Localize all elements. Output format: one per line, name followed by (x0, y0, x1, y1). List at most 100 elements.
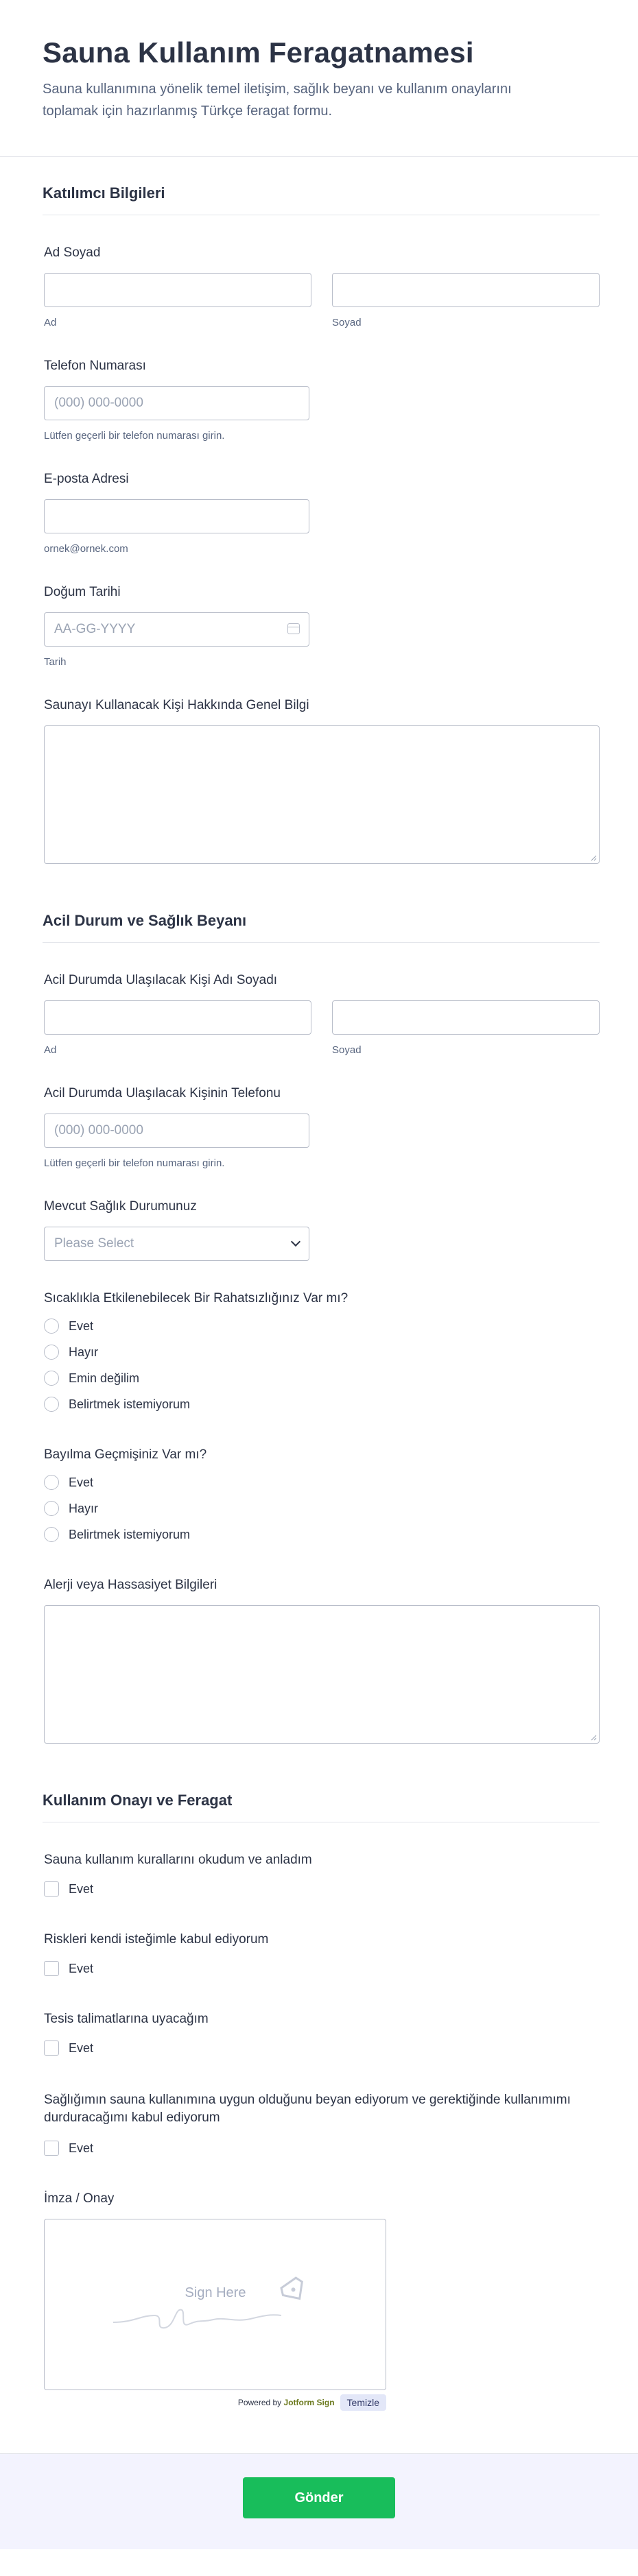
section-health: Acil Durum ve Sağlık Beyanı Acil Durumda… (43, 864, 600, 1744)
radio-option[interactable]: Hayır (44, 1339, 600, 1365)
full-name-label: Ad Soyad (44, 245, 101, 261)
radio-button[interactable] (44, 1345, 59, 1360)
option-label: Evet (69, 2141, 94, 2155)
rules-label: Sauna kullanım kurallarını okudum ve anl… (44, 1853, 312, 1868)
form-footer: Gönder (0, 2453, 638, 2550)
heat-condition-field: Sıcaklıkla Etkilenebilecek Bir Rahatsızl… (43, 1291, 600, 1417)
signature-label: İmza / Onay (44, 2191, 115, 2206)
section-consent: Kullanım Onayı ve Feragat Sauna kullanım… (43, 1744, 600, 2411)
rules-field: Sauna kullanım kurallarını okudum ve anl… (43, 1853, 600, 1902)
radio-option[interactable]: Hayır (44, 1495, 600, 1521)
dob-label: Doğum Tarihi (44, 585, 121, 600)
general-info-field: Saunayı Kullanacak Kişi Hakkında Genel B… (43, 698, 600, 865)
form-subtitle: Sauna kullanımına yönelik temel iletişim… (43, 82, 512, 119)
signature-swirl-icon (113, 2309, 282, 2329)
health-declaration-field: Sağlığımın sauna kullanımına uygun olduğ… (43, 2091, 600, 2161)
risk-field: Riskleri kendi isteğimle kabul ediyorum … (43, 1932, 600, 1982)
emergency-first-name-input[interactable] (44, 1000, 311, 1035)
signature-field: İmza / Onay Sign Here Powered by Jotform… (43, 2191, 600, 2411)
health-condition-select[interactable]: Please Select (44, 1227, 309, 1262)
radio-option[interactable]: Evet (44, 1313, 600, 1339)
emergency-phone-input[interactable]: (000) 000-0000 (44, 1114, 309, 1148)
radio-option[interactable]: Emin değilim (44, 1365, 600, 1391)
facility-field: Tesis talimatlarına uyacağım Evet (43, 2012, 600, 2061)
section-title: Katılımcı Bilgileri (43, 184, 600, 216)
allergy-label: Alerji veya Hassasiyet Bilgileri (44, 1578, 217, 1593)
health-condition-label: Mevcut Sağlık Durumunuz (44, 1199, 197, 1214)
chevron-down-icon (290, 1237, 301, 1247)
allergy-textarea[interactable] (44, 1605, 600, 1744)
submit-button[interactable]: Gönder (243, 2477, 395, 2519)
jotform-sign-brand: Jotform Sign (283, 2398, 335, 2408)
section-title: Kullanım Onayı ve Feragat (43, 1792, 600, 1823)
health-declaration-label: Sağlığımın sauna kullanımına uygun olduğ… (44, 2093, 571, 2126)
last-name-sublabel: Soyad (332, 317, 362, 329)
radio-option[interactable]: Belirtmek istemiyorum (44, 1391, 600, 1417)
checkbox[interactable] (44, 1881, 59, 1897)
radio-option[interactable]: Belirtmek istemiyorum (44, 1521, 600, 1548)
allergy-field: Alerji veya Hassasiyet Bilgileri (43, 1578, 600, 1744)
phone-sublabel: Lütfen geçerli bir telefon numarası giri… (44, 430, 225, 442)
form-title: Sauna Kullanım Feragatnamesi (43, 36, 474, 69)
option-label: Belirtmek istemiyorum (69, 1527, 191, 1541)
checkbox[interactable] (44, 2041, 59, 2056)
emergency-phone-label: Acil Durumda Ulaşılacak Kişinin Telefonu (44, 1086, 281, 1101)
checkbox-option[interactable]: Evet (44, 2035, 600, 2061)
calendar-icon[interactable] (287, 623, 300, 635)
option-label: Evet (69, 1475, 94, 1489)
pen-nib-icon (280, 2276, 303, 2300)
option-label: Hayır (69, 1345, 99, 1359)
select-placeholder: Please Select (54, 1236, 134, 1251)
checkbox-option[interactable]: Evet (44, 1876, 600, 1902)
email-sublabel: ornek@ornek.com (44, 543, 128, 555)
dob-field: Doğum Tarihi AA-GG-YYYY Tarih (43, 585, 600, 668)
section-participant: Katılımcı Bilgileri Ad Soyad Ad Soyad Te… (43, 157, 600, 865)
radio-button[interactable] (44, 1475, 59, 1491)
general-info-textarea[interactable] (44, 725, 600, 865)
option-label: Evet (69, 1319, 94, 1333)
health-condition-field: Mevcut Sağlık Durumunuz Please Select (43, 1199, 600, 1262)
emergency-first-sublabel: Ad (44, 1044, 57, 1057)
last-name-input[interactable] (332, 273, 600, 308)
first-name-input[interactable] (44, 273, 311, 308)
radio-button[interactable] (44, 1371, 59, 1386)
radio-button[interactable] (44, 1501, 59, 1517)
email-input[interactable] (44, 499, 309, 534)
radio-option[interactable]: Evet (44, 1469, 600, 1495)
phone-field: Telefon Numarası (000) 000-0000 Lütfen g… (43, 359, 600, 442)
risk-label: Riskleri kendi isteğimle kabul ediyorum (44, 1932, 269, 1947)
email-field: E-posta Adresi ornek@ornek.com (43, 472, 600, 555)
radio-button[interactable] (44, 1527, 59, 1543)
checkbox[interactable] (44, 2141, 59, 2156)
option-label: Belirtmek istemiyorum (69, 1397, 191, 1411)
fainting-label: Bayılma Geçmişiniz Var mı? (44, 1447, 207, 1462)
phone-input[interactable]: (000) 000-0000 (44, 386, 309, 421)
resize-handle-icon[interactable] (590, 1734, 597, 1741)
form-header: Sauna Kullanım Feragatnamesi Sauna kulla… (0, 0, 638, 158)
checkbox[interactable] (44, 1961, 59, 1977)
option-label: Evet (69, 1881, 94, 1896)
radio-button[interactable] (44, 1397, 59, 1412)
option-label: Emin değilim (69, 1371, 140, 1385)
sign-here-text: Sign Here (185, 2285, 246, 2300)
clear-signature-button[interactable]: Temizle (340, 2394, 386, 2411)
heat-condition-label: Sıcaklıkla Etkilenebilecek Bir Rahatsızl… (44, 1291, 348, 1306)
dob-input[interactable]: AA-GG-YYYY (44, 612, 309, 647)
first-name-sublabel: Ad (44, 317, 57, 329)
emergency-name-field: Acil Durumda Ulaşılacak Kişi Adı Soyadı … (43, 973, 600, 1056)
general-info-label: Saunayı Kullanacak Kişi Hakkında Genel B… (44, 698, 309, 713)
signature-pad[interactable]: Sign Here (44, 2219, 386, 2391)
checkbox-option[interactable]: Evet (44, 2135, 600, 2161)
resize-handle-icon[interactable] (590, 854, 597, 861)
section-title: Acil Durum ve Sağlık Beyanı (43, 912, 600, 943)
form-content: Katılımcı Bilgileri Ad Soyad Ad Soyad Te… (0, 157, 638, 2411)
emergency-last-sublabel: Soyad (332, 1044, 362, 1057)
dob-sublabel: Tarih (44, 656, 67, 669)
emergency-last-name-input[interactable] (332, 1000, 600, 1035)
signature-placeholder: Sign Here (113, 2276, 303, 2329)
checkbox-option[interactable]: Evet (44, 1955, 600, 1982)
signature-footer: Powered by Jotform Sign Temizle (44, 2394, 386, 2411)
powered-by: Powered by Jotform Sign (237, 2398, 335, 2408)
radio-button[interactable] (44, 1319, 59, 1334)
emergency-phone-field: Acil Durumda Ulaşılacak Kişinin Telefonu… (43, 1086, 600, 1169)
